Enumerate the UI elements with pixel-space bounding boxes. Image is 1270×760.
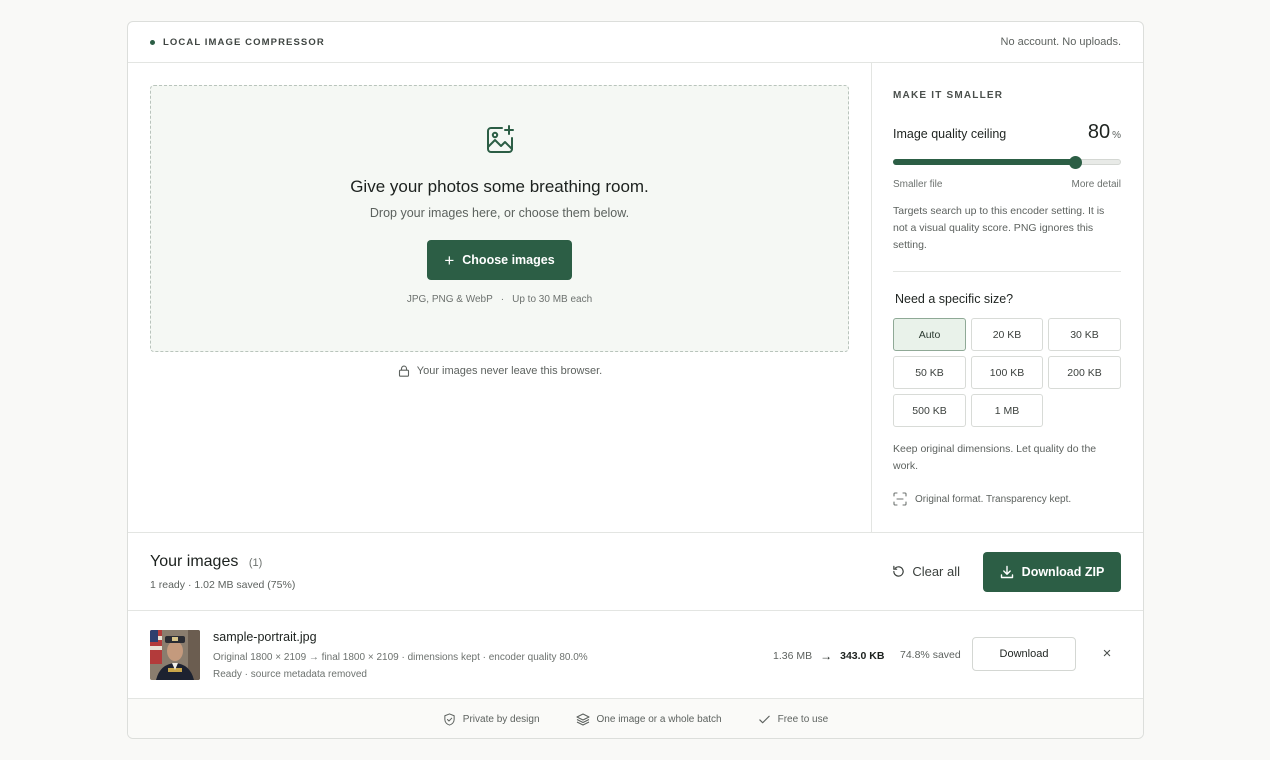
check-icon [758,715,770,723]
tagline: No account. No uploads. [1000,36,1121,48]
upload-panel: Give your photos some breathing room. Dr… [128,63,871,532]
slider-min-label: Smaller file [893,179,943,190]
download-icon [1000,565,1013,579]
scan-icon [893,492,907,506]
choose-images-label: Choose images [462,253,555,267]
dropzone-subtitle: Drop your images here, or choose them be… [369,206,630,220]
settings-section-label: MAKE IT SMALLER [893,90,1004,101]
quality-label: Image quality ceiling [893,127,1007,141]
size-options: Auto 20 KB 30 KB 50 KB 100 KB 200 KB 500 KB 1 M… [893,318,1121,427]
format-note-text: Original format. Transparency kept. [915,493,1072,505]
size-option-button[interactable]: 200 KB [1048,356,1121,389]
original-size: 1.36 MB [773,650,813,662]
feature-private-text: Private by design [462,713,540,725]
format-note: Original format. Transparency kept. [893,492,1121,506]
size-title: Need a specific size? [895,292,1014,306]
slider-thumb[interactable] [1069,156,1083,169]
size-option-button[interactable]: 1 MB [971,394,1043,427]
settings-panel: MAKE IT SMALLER Image quality ceiling 80… [871,63,1143,532]
feature-batch: One image or a whole batch [575,712,722,726]
saved-percent: 74.8% saved [900,649,961,661]
slider-fill [893,159,1076,165]
lock-icon [398,365,409,377]
quality-unit: % [1112,130,1121,141]
quality-value: 80% [1088,121,1121,144]
choose-images-button[interactable]: + Choose images [427,240,572,280]
images-summary: 1 ready · 1.02 MB saved (75%) [150,579,296,591]
dropzone[interactable]: Give your photos some breathing room. Dr… [150,85,849,352]
privacy-note: Your images never leave this browser. [128,365,872,377]
clear-all-button[interactable]: Clear all [892,564,960,579]
download-file-button[interactable]: Download [972,637,1076,671]
size-option-button[interactable]: 30 KB [1048,318,1121,351]
file-name: sample-portrait.jpg [213,630,317,644]
close-icon[interactable]: × [1098,645,1116,663]
size-option-button[interactable]: 50 KB [893,356,966,389]
privacy-note-text: Your images never leave this browser. [416,365,603,377]
footer: Private by design One image or a whole b… [128,699,1143,738]
images-count: (1) [248,557,263,569]
divider [893,271,1121,272]
images-title: Your images [150,553,239,570]
size-option-button[interactable]: 100 KB [971,356,1043,389]
size-option-button[interactable]: 500 KB [893,394,966,427]
main-area: Give your photos some breathing room. Dr… [128,63,1143,533]
accepted-formats: JPG, PNG & WebP [406,294,493,305]
brand-name: LOCAL IMAGE COMPRESSOR [163,36,325,48]
clear-all-label: Clear all [912,564,960,579]
size-option-button[interactable]: 20 KB [971,318,1043,351]
arrow-right-icon: → [820,649,833,663]
images-header: Your images (1) 1 ready · 1.02 MB saved … [128,533,1143,611]
brand-dot [150,39,155,45]
feature-free-text: Free to use [777,713,829,725]
final-size: 343.0 KB [840,650,885,662]
feature-private: Private by design [443,712,540,726]
shield-check-icon [444,712,455,726]
download-zip-label: Download ZIP [1021,565,1105,579]
quality-help-text: Targets search up to this encoder settin… [893,205,1105,251]
quality-number: 80 [1087,121,1111,143]
quality-slider[interactable] [893,156,1121,169]
app-window: LOCAL IMAGE COMPRESSOR No account. No up… [127,21,1144,739]
image-thumbnail [150,630,200,680]
feature-free: Free to use [758,713,829,726]
quality-row: Image quality ceiling 80% [893,121,1121,144]
plus-icon: + [444,250,455,270]
download-zip-button[interactable]: Download ZIP [983,552,1121,592]
top-bar: LOCAL IMAGE COMPRESSOR No account. No up… [128,22,1143,63]
file-meta: Original 1800 × 2109 → final 1800 × 2109… [213,652,588,663]
refresh-icon [893,565,905,577]
size-limit: Up to 30 MB each [512,294,593,305]
feature-batch-text: One image or a whole batch [596,713,722,725]
slider-max-label: More detail [1071,179,1121,190]
portrait-thumbnail [150,630,200,680]
brand: LOCAL IMAGE COMPRESSOR [150,37,325,48]
file-size-change: 1.36 MB → 343.0 KB [773,649,884,663]
format-separator: · [500,294,505,305]
slider-labels: Smaller file More detail [893,179,1121,190]
keep-dimensions-text: Keep original dimensions. Let quality do… [893,443,1097,472]
file-row: sample-portrait.jpg Original 1800 × 2109… [128,611,1143,699]
image-plus-icon [486,125,514,153]
format-info: JPG, PNG & WebP · Up to 30 MB each [407,294,592,305]
dropzone-title: Give your photos some breathing room. [350,177,649,196]
size-option-button[interactable]: Auto [893,318,966,351]
file-status: Ready · source metadata removed [213,669,367,680]
layers-icon [575,712,590,726]
